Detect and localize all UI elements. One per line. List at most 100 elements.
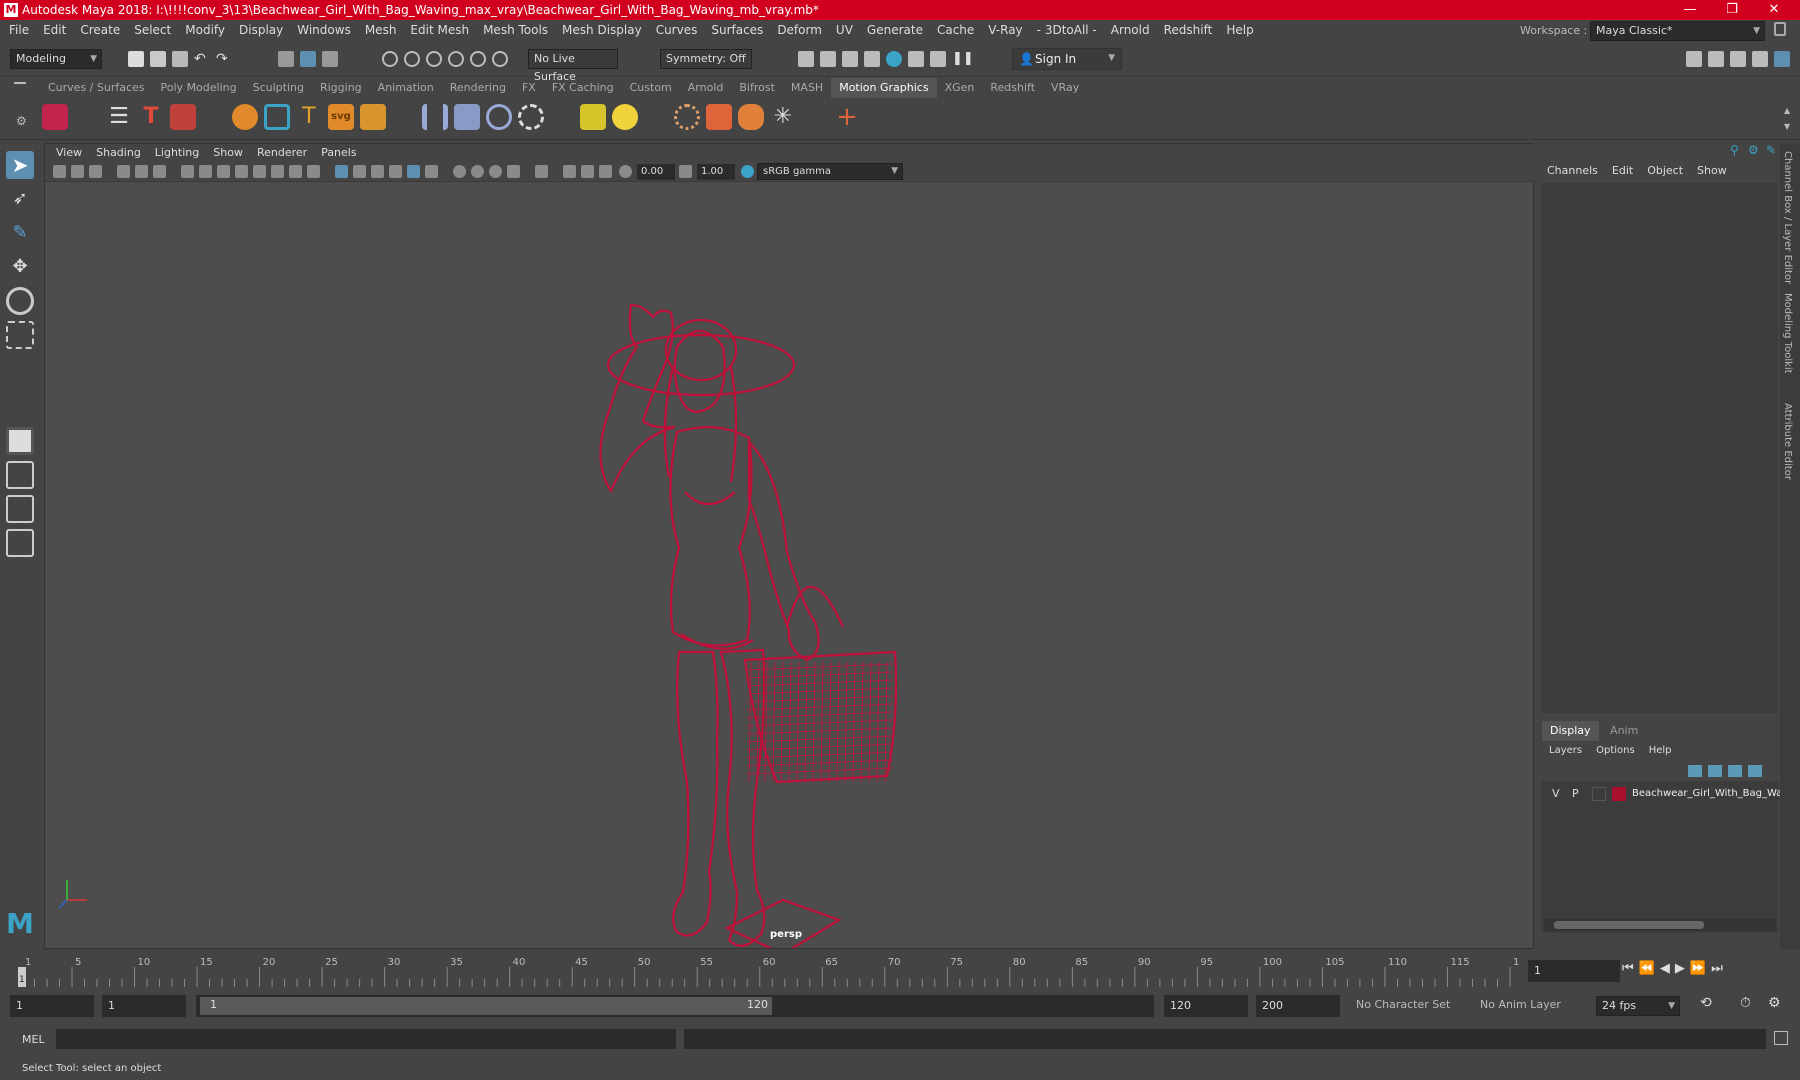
film-gate-icon[interactable]	[199, 165, 212, 178]
range-slider-handle[interactable]: 1 120	[200, 997, 772, 1015]
smooth-shade-icon[interactable]	[353, 165, 366, 178]
symmetry-dropdown[interactable]: Symmetry: Off	[660, 49, 752, 69]
scrollbar-thumb[interactable]	[1554, 921, 1704, 929]
snap-surface-icon[interactable]	[470, 51, 486, 67]
sign-in-button[interactable]: 👤 Sign In ▼	[1012, 48, 1122, 70]
gamma-field[interactable]: 1.00	[697, 164, 735, 180]
2d-pan-zoom-icon[interactable]	[135, 165, 148, 178]
viewport-menu-show[interactable]: Show	[206, 144, 250, 162]
shirt-icon[interactable]	[706, 104, 732, 130]
move-tool-icon[interactable]: ✥	[6, 253, 34, 281]
render-settings-icon[interactable]	[864, 51, 880, 67]
select-objects-icon[interactable]	[300, 51, 316, 67]
render-sequence-icon[interactable]	[820, 51, 836, 67]
shelf-tab-curves-surfaces[interactable]: Curves / Surfaces	[40, 78, 153, 98]
menu-uv[interactable]: UV	[829, 20, 860, 41]
shelf-tab-redshift[interactable]: Redshift	[982, 78, 1043, 98]
brush-icon[interactable]	[170, 104, 196, 130]
layer-menu-layers[interactable]: Layers	[1542, 742, 1589, 760]
rotate-tool-icon[interactable]	[6, 287, 34, 315]
ambient-occlusion-icon[interactable]	[471, 165, 484, 178]
play-icon[interactable]: ▶	[1675, 961, 1690, 976]
time-slider-ruler[interactable]: 1 5 10 15 20 25 30 35 40 45 50 55 60 65 70 75 80 85 90 95 10…	[0, 955, 1520, 987]
menu-modify[interactable]: Modify	[178, 20, 232, 41]
new-scene-icon[interactable]	[128, 51, 144, 67]
step-back-key-icon[interactable]: ⏪	[1639, 961, 1660, 976]
text-tool-icon[interactable]: T	[138, 104, 164, 130]
shelf-tab-arnold[interactable]: Arnold	[680, 78, 732, 98]
menu-mesh[interactable]: Mesh	[358, 20, 404, 41]
select-hierarchy-icon[interactable]	[278, 51, 294, 67]
anim-layer-label[interactable]: No Anim Layer	[1480, 998, 1561, 1011]
auto-key-icon[interactable]: ⏱	[1740, 995, 1751, 1011]
menu-deform[interactable]: Deform	[770, 20, 829, 41]
new-layer-icon[interactable]	[1728, 765, 1742, 777]
plus-icon[interactable]: +	[834, 104, 860, 130]
menu-windows[interactable]: Windows	[290, 20, 358, 41]
motion-blur-icon[interactable]	[489, 165, 502, 178]
snap-view-plane-icon[interactable]	[448, 51, 464, 67]
safe-action-icon[interactable]	[271, 165, 284, 178]
snap-curve-icon[interactable]	[404, 51, 420, 67]
menu-curves[interactable]: Curves	[649, 20, 705, 41]
menu-set-dropdown[interactable]: Modeling ▼	[10, 49, 102, 69]
pause-icon[interactable]: ❚❚	[952, 51, 974, 67]
tool-settings-toggle-icon[interactable]: ✎	[1766, 143, 1776, 157]
xray-icon[interactable]	[407, 165, 420, 178]
snap-vertex-icon[interactable]	[492, 51, 508, 67]
type-icon[interactable]: T	[296, 104, 322, 130]
sphere-icon[interactable]	[232, 104, 258, 130]
layer-menu-help[interactable]: Help	[1642, 742, 1679, 760]
gear-icon[interactable]: ⚙	[16, 114, 27, 128]
raised-arm[interactable]	[599, 303, 676, 494]
snowflake-icon[interactable]: ✳	[770, 104, 796, 130]
animation-start-field[interactable]: 1	[10, 995, 94, 1017]
lowered-arm[interactable]	[747, 439, 820, 662]
gear-effect-icon[interactable]	[674, 104, 700, 130]
menu-mesh-tools[interactable]: Mesh Tools	[476, 20, 555, 41]
loop-icon[interactable]: ⟲	[1700, 995, 1712, 1011]
outliner-layout-icon[interactable]	[6, 529, 34, 557]
lock-icon[interactable]	[1774, 22, 1786, 36]
curve-icon[interactable]	[264, 104, 290, 130]
backface-icon[interactable]	[599, 165, 612, 178]
fps-dropdown[interactable]: 24 fps ▼	[1596, 996, 1680, 1016]
reference-toggle[interactable]	[1592, 787, 1606, 801]
time-slider[interactable]: 1 5 10 15 20 25 30 35 40 45 50 55 60 65 70 75 80 85 90 95 10…	[0, 955, 1800, 987]
channel-menu-object[interactable]: Object	[1640, 161, 1690, 181]
step-back-icon[interactable]: ◀	[1660, 961, 1675, 976]
save-scene-icon[interactable]	[172, 51, 188, 67]
scroll-down-icon[interactable]: ▼	[1784, 122, 1790, 131]
grid-icon[interactable]	[181, 165, 194, 178]
isolate-select-icon[interactable]	[535, 165, 548, 178]
light-icon[interactable]	[612, 104, 638, 130]
animation-end-field[interactable]: 200	[1256, 995, 1340, 1017]
channel-menu-channels[interactable]: Channels	[1540, 161, 1605, 181]
right-leg[interactable]	[719, 648, 766, 947]
go-to-start-icon[interactable]: ⏮	[1622, 961, 1639, 976]
restore-button[interactable]: ❐	[1712, 0, 1752, 20]
select-tool-icon[interactable]: ➤	[6, 151, 34, 179]
channel-menu-edit[interactable]: Edit	[1605, 161, 1640, 181]
lock-camera-icon[interactable]	[71, 165, 84, 178]
playback-end-field[interactable]: 120	[1164, 995, 1248, 1017]
list-icon[interactable]: ☰	[106, 104, 132, 130]
shelf-tab-rigging[interactable]: Rigging	[312, 78, 370, 98]
shelf-tab-poly-modeling[interactable]: Poly Modeling	[153, 78, 245, 98]
viewport-menu-view[interactable]: View	[49, 144, 89, 162]
vray-render-icon[interactable]	[930, 51, 946, 67]
visibility-toggle[interactable]: V	[1552, 785, 1560, 803]
lights-icon[interactable]	[425, 165, 438, 178]
svg-tool-icon[interactable]: svg	[328, 104, 354, 130]
shadows-icon[interactable]	[453, 165, 466, 178]
move-layer-down-icon[interactable]	[1708, 765, 1722, 777]
attribute-toggle-icon[interactable]: ⚙	[1748, 143, 1759, 157]
channel-box-area[interactable]	[1542, 183, 1778, 713]
hypershade-icon[interactable]	[886, 51, 902, 67]
viewport-panel[interactable]: View Shading Lighting Show Renderer Panels 0.…	[44, 143, 1535, 949]
menu-mesh-display[interactable]: Mesh Display	[555, 20, 649, 41]
shelf-tab-sculpting[interactable]: Sculpting	[245, 78, 312, 98]
new-layer-selected-icon[interactable]	[1748, 765, 1762, 777]
shelf-tab-bifrost[interactable]: Bifrost	[731, 78, 783, 98]
shelf-tab-fx-caching[interactable]: FX Caching	[544, 78, 622, 98]
